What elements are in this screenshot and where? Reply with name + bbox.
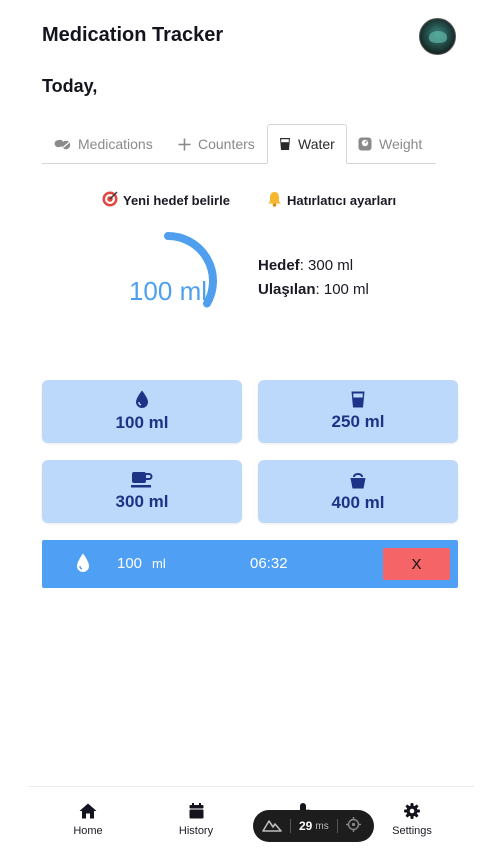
goal-label: Hedef xyxy=(258,257,300,274)
droplet-icon xyxy=(76,553,90,578)
tab-medications[interactable]: Medications xyxy=(54,124,153,164)
intake-log-entry: 100 ml 06:32 X xyxy=(42,540,458,588)
glass-icon xyxy=(351,391,365,408)
bottle-icon xyxy=(349,471,367,489)
perf-value: 29 xyxy=(299,819,313,833)
tab-medications-label: Medications xyxy=(78,136,153,152)
tab-counters[interactable]: Counters xyxy=(178,124,255,164)
nav-home-label: Home xyxy=(73,825,103,837)
nav-history[interactable]: History xyxy=(156,803,236,837)
scale-icon xyxy=(358,137,372,151)
bell-icon xyxy=(267,191,282,210)
today-label: Today, xyxy=(42,76,98,96)
nav-settings[interactable]: Settings xyxy=(372,803,452,837)
achieved-row: Ulaşılan: 100 ml xyxy=(258,278,369,302)
add-100ml-button[interactable]: 100 ml xyxy=(42,380,242,443)
nav-history-label: History xyxy=(178,825,214,837)
perf-separator xyxy=(290,819,291,833)
goal-row: Hedef: 300 ml xyxy=(258,254,369,278)
tab-weight-label: Weight xyxy=(379,136,423,152)
crosshair-icon[interactable] xyxy=(345,817,361,835)
add-400ml-button[interactable]: 400 ml xyxy=(258,460,458,523)
set-goal-button[interactable]: Yeni hedef belirle xyxy=(102,191,230,210)
performance-overlay[interactable]: 29 ms xyxy=(253,810,374,842)
perf-separator xyxy=(336,819,338,833)
tab-water[interactable]: Water xyxy=(267,124,347,164)
log-amount: 100 xyxy=(117,555,143,572)
log-unit: ml xyxy=(152,556,166,571)
add-400ml-label: 400 ml xyxy=(331,492,385,512)
bottom-nav: Home History Settings xyxy=(28,786,474,850)
reminder-settings-button[interactable]: Hatırlatıcı ayarları xyxy=(267,191,396,210)
goal-value: : 300 ml xyxy=(299,257,354,274)
achieved-value: : 100 ml xyxy=(315,281,369,298)
tab-weight[interactable]: Weight xyxy=(358,124,422,164)
plus-icon xyxy=(178,138,191,151)
water-actions: Yeni hedef belirle Hatırlatıcı ayarları xyxy=(0,191,500,209)
mountain-icon xyxy=(262,818,282,835)
delete-entry-button[interactable]: X xyxy=(383,548,450,580)
tab-bar: Medications Counters Water Weight xyxy=(42,124,436,164)
achieved-label: Ulaşılan xyxy=(258,281,316,298)
nav-settings-label: Settings xyxy=(392,825,432,837)
add-300ml-label: 300 ml xyxy=(115,492,169,511)
progress-value: 100 ml xyxy=(128,276,208,306)
add-300ml-button[interactable]: 300 ml xyxy=(42,460,242,523)
reminder-label: Hatırlatıcı ayarları xyxy=(287,193,397,208)
nav-home[interactable]: Home xyxy=(48,803,128,837)
cup-icon xyxy=(279,137,291,151)
add-250ml-label: 250 ml xyxy=(331,412,385,431)
droplet-icon xyxy=(135,390,149,409)
calendar-icon xyxy=(189,803,204,822)
pills-icon xyxy=(54,137,71,151)
tab-counters-label: Counters xyxy=(198,136,255,152)
app-title: Medication Tracker xyxy=(42,24,224,46)
add-100ml-label: 100 ml xyxy=(115,413,169,432)
target-icon xyxy=(102,191,118,210)
home-icon xyxy=(79,803,97,822)
add-250ml-button[interactable]: 250 ml xyxy=(258,380,458,443)
log-time: 06:32 xyxy=(250,555,288,572)
mug-icon xyxy=(131,471,153,488)
perf-unit: ms xyxy=(315,820,329,832)
water-stats: Hedef: 300 ml Ulaşılan: 100 ml xyxy=(258,254,369,302)
set-goal-label: Yeni hedef belirle xyxy=(123,193,230,208)
user-avatar[interactable] xyxy=(419,18,456,55)
tab-water-label: Water xyxy=(298,136,335,152)
gear-icon xyxy=(404,803,420,822)
